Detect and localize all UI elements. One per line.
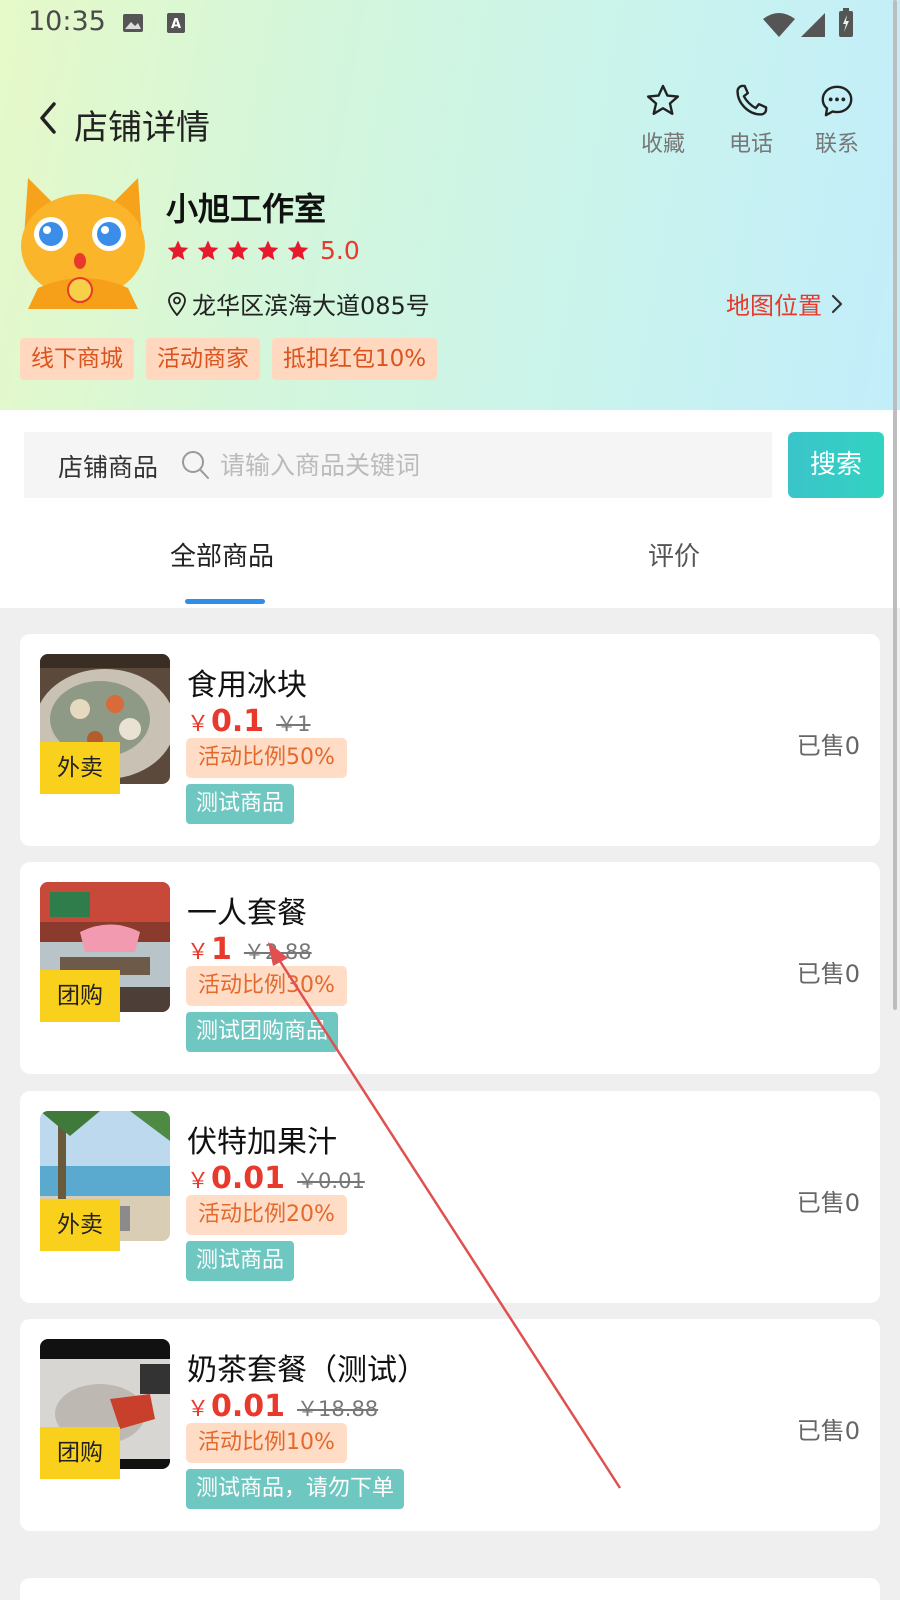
activity-ratio-tag: 活动比例30% <box>186 966 347 1006</box>
chevron-right-icon <box>831 294 843 313</box>
shop-avatar <box>18 178 148 309</box>
signal-icon <box>800 12 826 42</box>
favorite-button[interactable]: 收藏 <box>628 82 698 158</box>
product-card[interactable]: 外卖 食用冰块 ￥ 0.1 ￥1 活动比例50% 测试商品 已售0 <box>20 634 880 846</box>
rating-stars: 5.0 <box>166 236 360 265</box>
search-input[interactable] <box>220 444 740 486</box>
status-bar: 10:35 A <box>0 0 900 50</box>
shop-tag: 线下商城 <box>20 338 134 380</box>
price-value: 0.01 <box>211 1389 286 1424</box>
chevron-left-icon <box>40 102 56 134</box>
sold-count: 已售0 <box>796 1189 860 1217</box>
product-price: ￥ 1 ￥2.88 <box>187 932 312 967</box>
original-price: ￥18.88 <box>297 1397 379 1421</box>
search-box[interactable]: 店铺商品 <box>24 432 772 498</box>
phone-icon <box>736 84 768 116</box>
currency-symbol: ￥ <box>187 712 210 737</box>
star-filled-icon <box>287 240 309 260</box>
contact-label: 联系 <box>814 132 859 157</box>
original-price: ￥2.88 <box>243 940 312 964</box>
product-label-tag: 测试商品 <box>186 1241 295 1281</box>
currency-symbol: ￥ <box>187 1169 210 1194</box>
search-scope-label: 店铺商品 <box>58 453 159 482</box>
product-label-tag: 测试商品，请勿下单 <box>186 1469 405 1509</box>
activity-ratio-tag: 活动比例50% <box>186 738 347 778</box>
active-tab-indicator <box>185 599 265 604</box>
price-value: 1 <box>211 932 232 967</box>
search-icon <box>182 451 209 479</box>
shop-header: 10:35 A 店铺详情 收藏 电话 联系 小旭工作室 5.0 龙华区滨海大道0… <box>0 0 900 410</box>
shop-tag: 抵扣红包10% <box>272 338 438 380</box>
price-value: 0.01 <box>211 1161 286 1196</box>
page-title: 店铺详情 <box>74 108 210 148</box>
star-filled-icon <box>227 240 249 260</box>
currency-symbol: ￥ <box>187 940 210 965</box>
battery-icon <box>838 8 854 42</box>
tab-all-products[interactable]: 全部商品 <box>170 536 274 573</box>
contact-button[interactable]: 联系 <box>802 82 872 158</box>
product-type-badge: 外卖 <box>40 1199 120 1251</box>
address-text: 龙华区滨海大道085号 <box>192 292 430 320</box>
product-type-badge: 外卖 <box>40 742 120 794</box>
product-type-badge: 团购 <box>40 970 120 1022</box>
tab-reviews[interactable]: 评价 <box>648 536 700 573</box>
rating-value: 5.0 <box>320 236 360 265</box>
product-card[interactable]: 团购 一人套餐 ￥ 1 ￥2.88 活动比例30% 测试团购商品 已售0 <box>20 862 880 1074</box>
star-filled-icon <box>167 240 189 260</box>
product-card[interactable]: 团购 奶茶套餐（测试） ￥ 0.01 ￥18.88 活动比例10% 测试商品，请… <box>20 1319 880 1531</box>
original-price: ￥1 <box>276 712 311 736</box>
product-label-tag: 测试团购商品 <box>186 1012 339 1052</box>
product-price: ￥ 0.1 ￥1 <box>187 704 311 739</box>
back-button[interactable] <box>34 98 64 138</box>
search-button[interactable]: 搜索 <box>788 432 884 498</box>
phone-button[interactable]: 电话 <box>716 82 786 158</box>
star-filled-icon <box>197 240 219 260</box>
sold-count: 已售0 <box>796 1417 860 1445</box>
star-filled-icon <box>257 240 279 260</box>
product-label-tag: 测试商品 <box>186 784 295 824</box>
shop-tags: 线下商城 活动商家 抵扣红包10% <box>20 338 449 380</box>
svg-text:A: A <box>171 17 181 32</box>
wifi-icon <box>762 12 796 42</box>
product-name: 食用冰块 <box>187 668 307 703</box>
font-notification-icon: A <box>166 12 186 38</box>
shop-tag: 活动商家 <box>146 338 260 380</box>
product-card-partial[interactable] <box>20 1578 880 1600</box>
scrollbar[interactable] <box>893 0 897 1010</box>
map-location-link[interactable]: 地图位置 <box>726 286 844 321</box>
activity-ratio-tag: 活动比例20% <box>186 1195 347 1235</box>
currency-symbol: ￥ <box>187 1397 210 1422</box>
phone-label: 电话 <box>728 132 773 157</box>
favorite-label: 收藏 <box>640 132 685 157</box>
product-card[interactable]: 外卖 伏特加果汁 ￥ 0.01 ￥0.01 活动比例20% 测试商品 已售0 <box>20 1091 880 1303</box>
status-time: 10:35 <box>28 6 106 37</box>
product-name: 伏特加果汁 <box>187 1125 337 1160</box>
search-section: 店铺商品 搜索 全部商品 评价 <box>0 410 900 608</box>
product-name: 一人套餐 <box>187 896 307 931</box>
shop-name: 小旭工作室 <box>166 190 327 228</box>
sold-count: 已售0 <box>796 732 860 760</box>
sold-count: 已售0 <box>796 960 860 988</box>
product-price: ￥ 0.01 ￥18.88 <box>187 1389 378 1424</box>
price-value: 0.1 <box>211 704 265 739</box>
chat-icon <box>821 85 853 117</box>
location-pin-icon <box>168 291 186 316</box>
product-name: 奶茶套餐（测试） <box>187 1353 427 1388</box>
product-type-badge: 团购 <box>40 1427 120 1479</box>
original-price: ￥0.01 <box>297 1169 365 1193</box>
star-outline-icon <box>646 84 680 116</box>
product-price: ￥ 0.01 ￥0.01 <box>187 1161 365 1196</box>
shop-address: 龙华区滨海大道085号 <box>166 286 430 321</box>
image-notification-icon <box>122 12 144 38</box>
map-link-label: 地图位置 <box>726 292 822 320</box>
activity-ratio-tag: 活动比例10% <box>186 1423 347 1463</box>
